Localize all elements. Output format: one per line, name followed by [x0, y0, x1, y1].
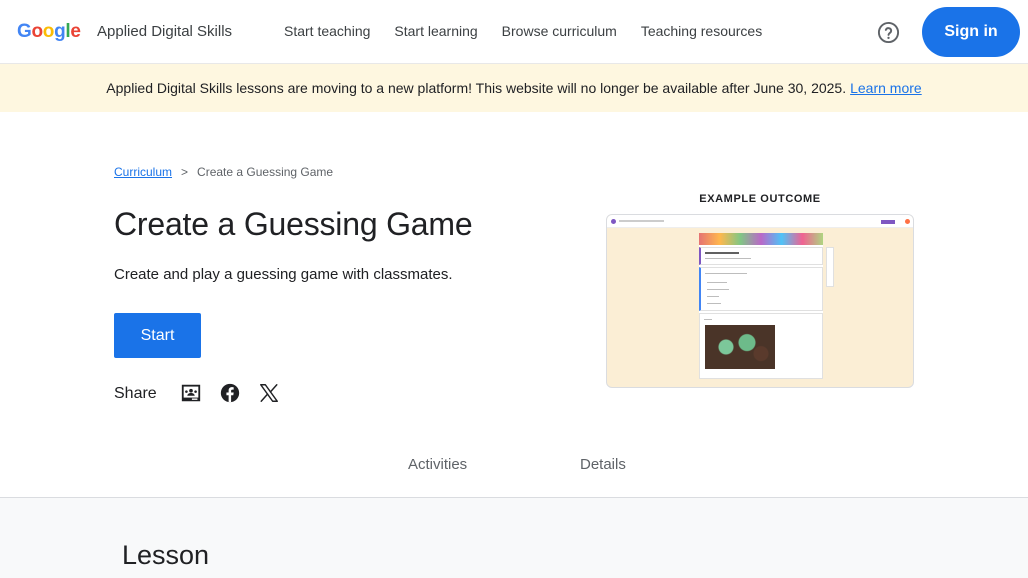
preview-line [705, 252, 739, 254]
logo-letter-o1: o [31, 21, 43, 42]
google-logo[interactable]: Google [17, 21, 81, 43]
main-nav: Start teaching Start learning Browse cur… [284, 23, 762, 39]
breadcrumb-curriculum[interactable]: Curriculum [114, 165, 172, 179]
breadcrumb-current: Create a Guessing Game [197, 165, 334, 179]
announcement-banner: Applied Digital Skills lessons are movin… [0, 64, 1028, 112]
breadcrumb-separator: > [181, 165, 189, 179]
site-header: Google Applied Digital Skills Start teac… [0, 0, 1028, 64]
preview-card-title [699, 247, 823, 265]
preview-card-question [699, 267, 823, 311]
tab-activities[interactable]: Activities [408, 456, 467, 473]
preview-line [707, 303, 721, 304]
brand-name[interactable]: Applied Digital Skills [97, 23, 232, 40]
preview-line [705, 258, 751, 259]
breadcrumb: Curriculum > Create a Guessing Game [114, 165, 333, 179]
nav-browse-curriculum[interactable]: Browse curriculum [502, 23, 617, 39]
learn-more-link[interactable]: Learn more [850, 80, 922, 96]
sign-in-button[interactable]: Sign in [922, 7, 1020, 57]
lesson-section: Lesson [0, 498, 1028, 578]
share-label: Share [114, 385, 157, 402]
page-description: Create and play a guessing game with cla… [114, 266, 453, 283]
example-outcome-preview[interactable] [606, 214, 914, 388]
facebook-icon[interactable] [219, 382, 241, 404]
preview-dot-right [905, 219, 910, 224]
preview-line [707, 289, 729, 290]
nav-teaching-resources[interactable]: Teaching resources [641, 23, 762, 39]
share-icons [180, 382, 280, 404]
preview-toolbar [607, 215, 913, 228]
start-button[interactable]: Start [114, 313, 201, 358]
banner-message: Applied Digital Skills lessons are movin… [106, 80, 847, 96]
preview-line [707, 282, 727, 283]
lesson-section-title: Lesson [122, 540, 210, 570]
x-twitter-icon[interactable] [258, 382, 280, 404]
logo-letter-g2: g [54, 21, 66, 42]
logo-letter-e: e [70, 21, 81, 42]
logo-letter-o2: o [42, 21, 55, 42]
preview-line [705, 273, 747, 274]
preview-dot-left [611, 219, 616, 224]
preview-action-line [881, 220, 895, 224]
lesson-tabs: Activities Details [0, 450, 1028, 498]
help-circle-icon[interactable] [877, 21, 900, 44]
tab-details[interactable]: Details [580, 456, 626, 473]
preview-line [707, 296, 719, 297]
logo-letter-g1: G [17, 21, 32, 42]
page-title: Create a Guessing Game [114, 206, 473, 242]
nav-start-learning[interactable]: Start learning [394, 23, 477, 39]
nav-start-teaching[interactable]: Start teaching [284, 23, 370, 39]
preview-title-line [619, 220, 664, 222]
preview-side-tools [826, 247, 834, 287]
example-outcome-label: EXAMPLE OUTCOME [699, 193, 821, 205]
preview-form [699, 233, 823, 379]
preview-banner-image [699, 233, 823, 245]
preview-line [704, 319, 712, 320]
google-classroom-icon[interactable] [180, 382, 202, 404]
preview-photo [705, 325, 775, 369]
